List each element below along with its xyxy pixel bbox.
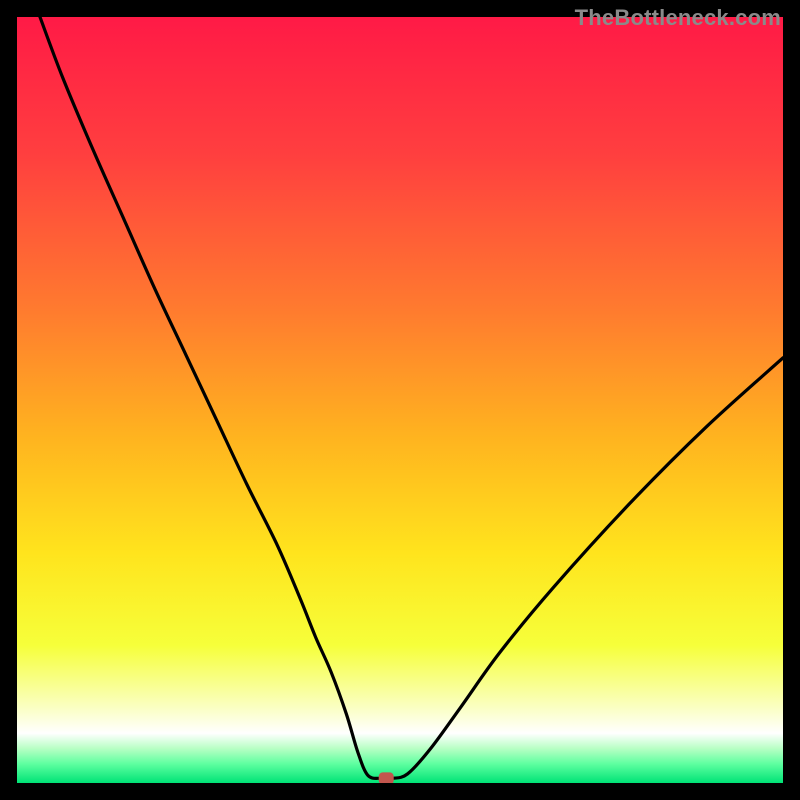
- watermark-text: TheBottleneck.com: [575, 5, 781, 31]
- chart-frame: [17, 17, 783, 783]
- bottleneck-chart: [17, 17, 783, 783]
- optimal-point-marker: [379, 772, 394, 783]
- gradient-background: [17, 17, 783, 783]
